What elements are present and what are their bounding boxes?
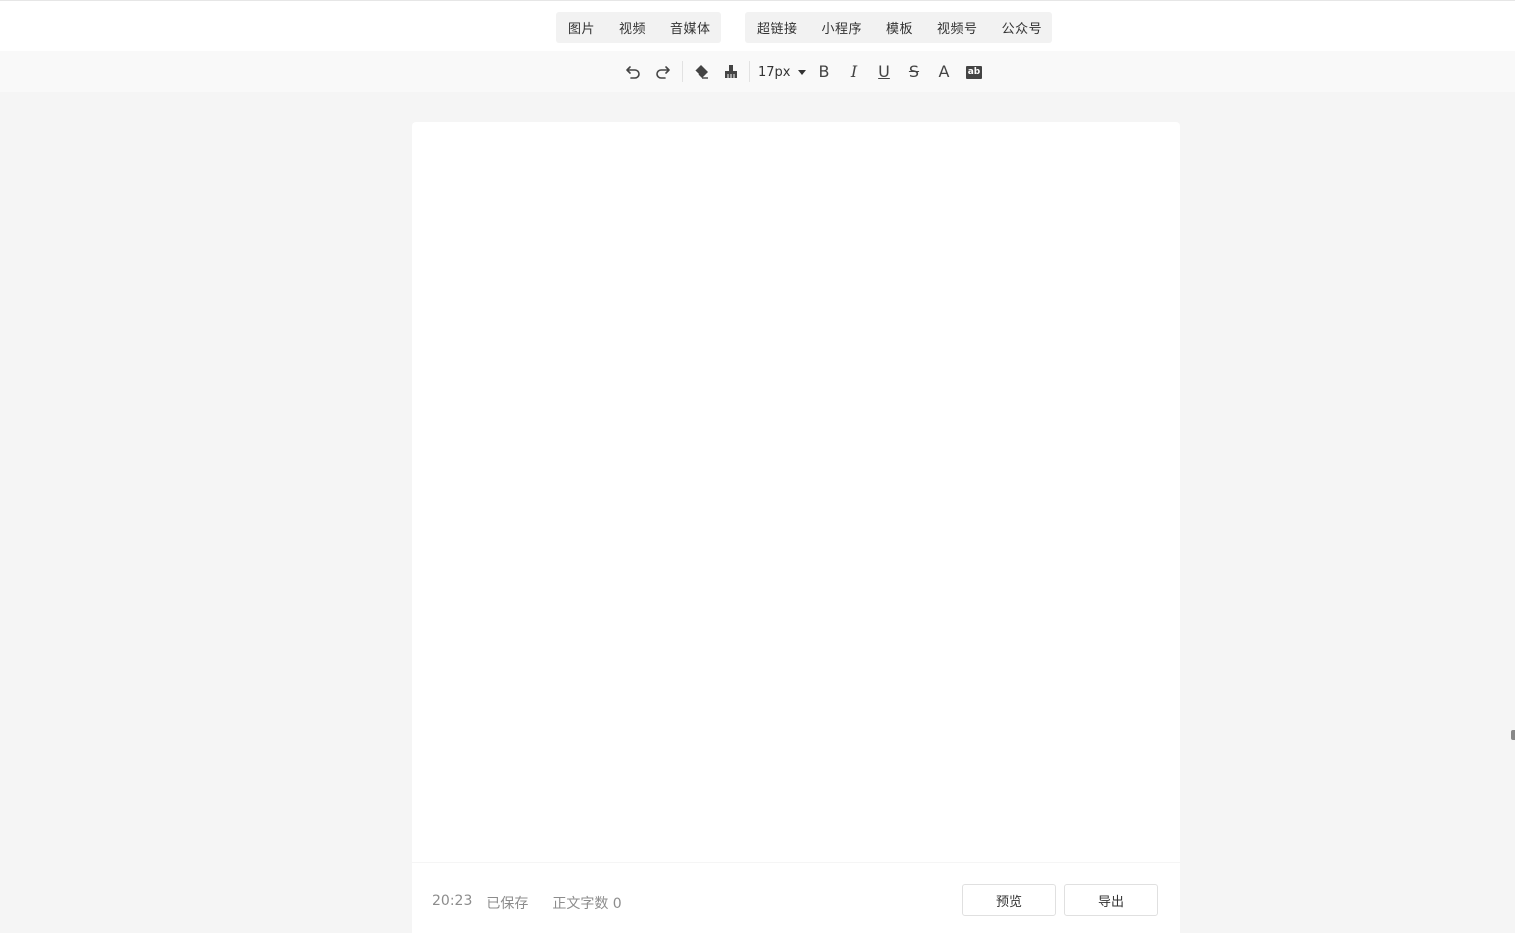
preview-button[interactable]: 预览: [962, 884, 1056, 916]
background-color-icon: ab: [965, 65, 983, 79]
format-toolbar: 17px B I U S A ab: [0, 51, 1515, 92]
italic-button[interactable]: I: [843, 61, 865, 83]
insert-template-button[interactable]: 模板: [886, 18, 913, 37]
side-panel-handle[interactable]: [1511, 730, 1515, 740]
editor-content-area[interactable]: [412, 122, 1180, 862]
chevron-down-icon: [797, 69, 806, 75]
eraser-icon: [694, 65, 708, 79]
eraser-button[interactable]: [690, 61, 712, 83]
status-info: 20:23 已保存 正文字数 0: [432, 893, 636, 913]
insert-miniprogram-button[interactable]: 小程序: [822, 18, 863, 37]
strikethrough-button[interactable]: S: [903, 61, 925, 83]
font-color-icon: A: [938, 62, 950, 81]
insert-video-button[interactable]: 视频: [619, 18, 646, 37]
redo-icon: [656, 66, 670, 79]
insert-group-links: 超链接 小程序 模板 视频号 公众号: [745, 12, 1052, 43]
toolbar-divider: [682, 61, 683, 82]
save-time: 20:23: [432, 893, 473, 909]
insert-official-account-button[interactable]: 公众号: [1002, 18, 1043, 37]
underline-button[interactable]: U: [873, 61, 895, 83]
bold-icon: B: [818, 62, 830, 81]
format-painter-button[interactable]: [720, 61, 742, 83]
export-button[interactable]: 导出: [1064, 884, 1158, 916]
toolbar-divider: [749, 61, 750, 82]
bold-button[interactable]: B: [813, 61, 835, 83]
insert-audio-button[interactable]: 音媒体: [670, 18, 711, 37]
insert-group-media: 图片 视频 音媒体: [556, 12, 721, 43]
undo-button[interactable]: [622, 61, 644, 83]
italic-icon: I: [850, 62, 858, 81]
insert-channels-button[interactable]: 视频号: [937, 18, 978, 37]
underline-icon: U: [878, 62, 890, 81]
save-status: 已保存: [486, 896, 529, 912]
redo-button[interactable]: [652, 61, 674, 83]
font-size-dropdown[interactable]: 17px: [758, 62, 806, 82]
editor-footer: 20:23 已保存 正文字数 0 预览 导出: [412, 863, 1180, 933]
insert-bar: 图片 视频 音媒体 超链接 小程序 模板 视频号 公众号: [0, 0, 1515, 51]
insert-hyperlink-button[interactable]: 超链接: [757, 18, 798, 37]
strikethrough-icon: S: [908, 62, 920, 81]
font-color-button[interactable]: A: [933, 61, 955, 83]
format-painter-icon: [725, 65, 737, 78]
background-color-button[interactable]: ab: [963, 61, 985, 83]
undo-icon: [626, 66, 640, 79]
word-count: 正文字数 0: [552, 896, 622, 912]
font-size-value: 17px: [758, 64, 791, 80]
insert-image-button[interactable]: 图片: [568, 18, 595, 37]
